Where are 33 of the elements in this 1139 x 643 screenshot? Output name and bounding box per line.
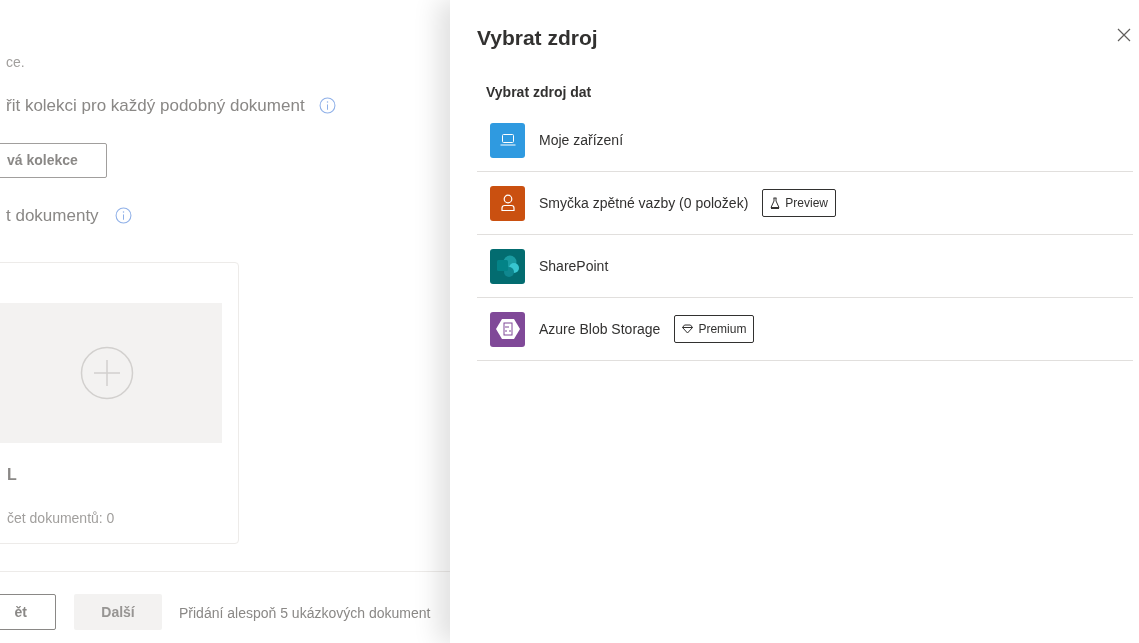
panel-title: Vybrat zdroj bbox=[477, 25, 598, 51]
add-document-tile[interactable] bbox=[0, 303, 222, 443]
document-count: čet dokumentů: 0 bbox=[7, 509, 115, 528]
back-button[interactable]: ět bbox=[0, 594, 56, 630]
close-icon bbox=[1117, 28, 1131, 42]
description-text: ce. bbox=[6, 54, 26, 70]
hint-text: Přidání alespoň 5 ukázkových dokument bbox=[179, 604, 431, 623]
new-collection-button[interactable]: vá kolekce bbox=[0, 142, 107, 178]
card-title: L bbox=[7, 465, 17, 485]
source-list-item[interactable]: Smyčka zpětné vazby (0 položek) Preview bbox=[477, 172, 1133, 235]
info-icon bbox=[114, 206, 132, 224]
sharepoint-logo-icon bbox=[494, 254, 521, 278]
source-list-item[interactable]: Azure Blob Storage Premium bbox=[477, 298, 1133, 361]
source-label: SharePoint bbox=[539, 256, 609, 276]
flask-icon bbox=[770, 197, 781, 209]
add-icon bbox=[79, 346, 134, 400]
source-badge: Preview bbox=[762, 189, 836, 217]
source-label: Azure Blob Storage bbox=[539, 319, 661, 339]
section-label: Vybrat zdroj dat bbox=[486, 83, 592, 102]
diamond-icon bbox=[682, 324, 694, 334]
storage-icon bbox=[494, 317, 521, 341]
source-badge: Premium bbox=[674, 315, 755, 343]
source-label: Moje zařízení bbox=[539, 130, 624, 150]
laptop-icon bbox=[499, 133, 516, 147]
section-heading: řit kolekci pro každý podobný dokument bbox=[6, 95, 305, 117]
close-button[interactable] bbox=[1115, 26, 1133, 44]
source-list-item[interactable]: Moje zařízení bbox=[477, 109, 1133, 172]
collection-card[interactable]: L čet dokumentů: 0 bbox=[0, 262, 239, 544]
source-label: Smyčka zpětné vazby (0 položek) bbox=[539, 193, 749, 213]
info-icon bbox=[318, 97, 336, 115]
section-heading: t dokumenty bbox=[6, 204, 99, 227]
person-icon bbox=[499, 194, 516, 212]
source-list-item[interactable]: SharePoint bbox=[477, 235, 1133, 298]
